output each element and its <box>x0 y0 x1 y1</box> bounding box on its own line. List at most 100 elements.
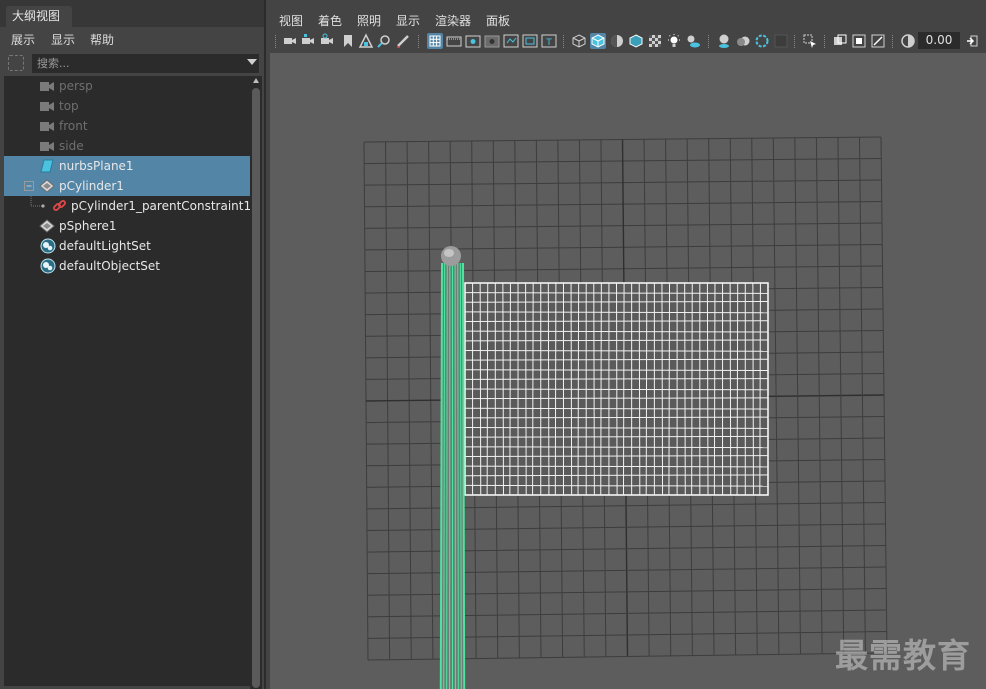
search-filter-icon[interactable] <box>8 55 24 71</box>
menu-show[interactable]: 显示 <box>396 12 420 29</box>
outliner-item-label: front <box>59 119 88 133</box>
outliner-panel: 大纲视图 展示 显示 帮助 搜索... persp top front side… <box>0 0 264 689</box>
outliner-tab-bar: 大纲视图 <box>0 0 264 27</box>
outliner-item-label: pCylinder1_parentConstraint1 <box>71 199 252 213</box>
toolbar-separator <box>794 35 796 48</box>
outliner-tab[interactable]: 大纲视图 <box>6 6 72 27</box>
isolate-select-icon[interactable] <box>802 33 818 49</box>
outliner-item-nurbsplane1[interactable]: nurbsPlane1 <box>4 156 250 176</box>
outliner-item-defaultobjectset[interactable]: defaultObjectSet <box>4 256 250 276</box>
outliner-item-parentconstraint[interactable]: pCylinder1_parentConstraint1 <box>4 196 252 216</box>
camera-attributes-icon[interactable] <box>301 33 317 49</box>
outliner-item-pcylinder1[interactable]: pCylinder1 <box>4 176 250 196</box>
outliner-item-label: nurbsPlane1 <box>59 159 134 173</box>
use-all-lights-icon[interactable] <box>666 33 682 49</box>
toolbar-separator <box>563 35 565 48</box>
menu-renderer[interactable]: 渲染器 <box>435 12 471 29</box>
safe-title-icon[interactable]: T <box>541 33 557 49</box>
outliner-item-label: side <box>59 139 84 153</box>
outliner-item-top[interactable]: top <box>4 96 250 116</box>
outliner-menu-bar: 展示 显示 帮助 <box>0 27 264 51</box>
outliner-item-label: pCylinder1 <box>59 179 124 193</box>
outliner-item-label: pSphere1 <box>59 219 117 233</box>
toolbar-separator <box>824 35 826 48</box>
outliner-item-label: persp <box>59 79 93 93</box>
menu-shading[interactable]: 着色 <box>318 12 342 29</box>
camera-icon <box>40 142 54 151</box>
exposure-field[interactable]: 0.00 <box>918 32 960 49</box>
outliner-item-defaultlightset[interactable]: defaultLightSet <box>4 236 250 256</box>
depth-of-field-icon[interactable] <box>773 33 789 49</box>
viewport-scene <box>363 136 888 689</box>
menu-display[interactable]: 显示 <box>51 31 75 48</box>
scroll-thumb[interactable] <box>252 88 260 688</box>
viewport-menu-bar: 视图 着色 照明 显示 渲染器 面板 <box>270 8 986 30</box>
xray-icon[interactable] <box>832 33 848 49</box>
svg-text:T: T <box>545 38 552 48</box>
exposure-icon[interactable] <box>900 33 916 49</box>
motion-blur-icon[interactable] <box>735 33 751 49</box>
grid-icon[interactable] <box>427 33 443 49</box>
cylinder-pole <box>439 262 466 689</box>
tree-branch-line <box>30 196 45 208</box>
gate-mask-icon[interactable] <box>484 33 500 49</box>
camera-icon <box>40 82 54 91</box>
default-material-icon[interactable] <box>609 33 625 49</box>
screen-space-ao-icon[interactable] <box>716 33 732 49</box>
textured-icon[interactable] <box>647 33 663 49</box>
toolbar-separator <box>708 35 710 48</box>
set-icon <box>40 258 56 274</box>
maya-window: 大纲视图 展示 显示 帮助 搜索... persp top front side… <box>0 0 986 689</box>
outliner-item-label: defaultObjectSet <box>59 259 161 273</box>
scroll-up-icon[interactable] <box>253 78 259 83</box>
sphere-highlight <box>444 249 454 257</box>
menu-show[interactable]: 展示 <box>11 31 35 48</box>
transform-icon <box>39 219 55 233</box>
wireframe-on-shaded-icon[interactable] <box>628 33 644 49</box>
smooth-shade-icon[interactable] <box>590 33 606 49</box>
collapse-icon[interactable] <box>24 181 34 191</box>
outliner-scrollbar[interactable] <box>250 76 262 689</box>
select-camera-icon[interactable] <box>282 33 298 49</box>
safe-action-icon[interactable] <box>522 33 538 49</box>
field-chart-icon[interactable] <box>503 33 519 49</box>
search-dropdown-icon[interactable] <box>247 59 257 65</box>
outliner-item-psphere1[interactable]: pSphere1 <box>4 216 250 236</box>
grease-pencil-icon[interactable] <box>395 33 411 49</box>
outliner-item-label: top <box>59 99 79 113</box>
xray-joints-icon[interactable] <box>870 33 886 49</box>
shadows-icon[interactable] <box>685 33 701 49</box>
transform-icon <box>39 179 55 193</box>
outliner-item-side[interactable]: side <box>4 136 250 156</box>
image-plane-icon[interactable] <box>358 33 374 49</box>
camera-icon <box>40 102 54 111</box>
menu-help[interactable]: 帮助 <box>90 31 114 48</box>
menu-view[interactable]: 视图 <box>279 12 303 29</box>
outliner-tree: persp top front side nurbsPlane1 pCylind… <box>4 76 252 686</box>
outliner-item-label: defaultLightSet <box>59 239 151 253</box>
film-gate-icon[interactable] <box>446 33 462 49</box>
nurbs-surface-icon <box>40 159 54 173</box>
menu-lighting[interactable]: 照明 <box>357 12 381 29</box>
search-input[interactable]: 搜索... <box>32 54 259 73</box>
2d-pan-zoom-icon[interactable] <box>376 33 392 49</box>
viewport-toolbar: T 0.00 <box>270 30 986 52</box>
gamma-icon[interactable] <box>964 33 980 49</box>
outliner-item-front[interactable]: front <box>4 116 250 136</box>
nurbs-flag-mesh <box>464 282 769 496</box>
multisample-aa-icon[interactable] <box>754 33 770 49</box>
watermark-text: 最需教育 <box>835 636 971 675</box>
camera-icon <box>40 122 54 131</box>
toolbar-separator <box>418 35 420 48</box>
toolbar-separator <box>275 35 277 48</box>
panel-divider[interactable] <box>264 0 266 689</box>
toolbar-separator <box>892 35 894 48</box>
xray-active-icon[interactable] <box>851 33 867 49</box>
camera-lock-icon[interactable] <box>320 33 336 49</box>
menu-panels[interactable]: 面板 <box>486 12 510 29</box>
outliner-item-persp[interactable]: persp <box>4 76 250 96</box>
viewport-3d[interactable]: 最需教育 <box>270 53 986 689</box>
resolution-gate-icon[interactable] <box>465 33 481 49</box>
wireframe-icon[interactable] <box>571 33 587 49</box>
bookmark-icon[interactable] <box>340 33 356 49</box>
